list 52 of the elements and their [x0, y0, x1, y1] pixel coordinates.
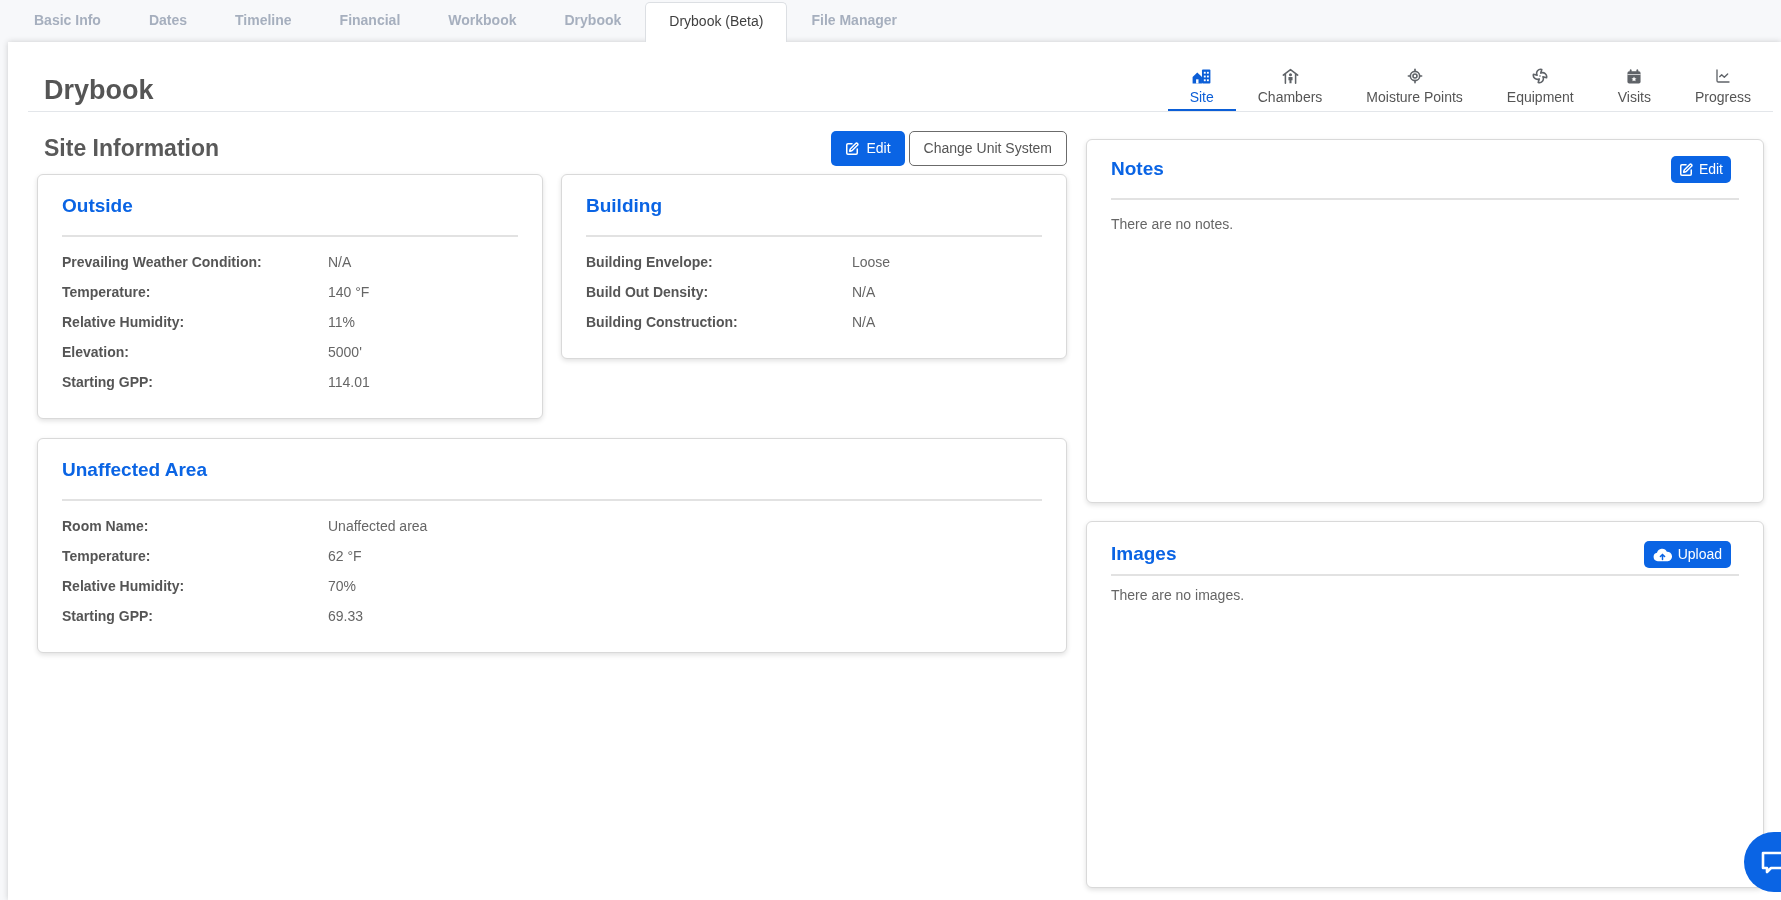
field-value: 70% [328, 576, 357, 596]
field-label: Building Construction: [586, 313, 738, 330]
page-title: Drybook [44, 74, 154, 106]
section-tab[interactable]: Visits [1595, 68, 1673, 111]
field-label: Starting GPP: [62, 373, 153, 390]
field-label: Relative Humidity: [62, 577, 185, 594]
field-label: Prevailing Weather Condition: [62, 253, 262, 270]
section-tab[interactable]: Site [1167, 68, 1236, 111]
card-title: Building [586, 194, 662, 218]
edit-icon [845, 141, 860, 156]
crosshair-icon [1406, 68, 1423, 84]
fan-icon [1532, 68, 1549, 84]
edit-button[interactable]: Edit [1670, 156, 1731, 183]
field-value: 5000' [328, 342, 362, 362]
edit-button[interactable]: Edit [831, 131, 905, 166]
field-value: N/A [852, 282, 876, 302]
change-unit-system-button[interactable]: Change Unit System [908, 131, 1067, 166]
field-value: N/A [852, 312, 876, 332]
field-value: 62 °F [328, 546, 362, 566]
field-label: Room Name: [62, 517, 149, 534]
section-title: Site Information [44, 134, 220, 164]
field-label: Temperature: [62, 283, 151, 300]
field-value: 114.01 [328, 372, 370, 392]
field-value: N/A [328, 252, 352, 272]
edit-icon [1678, 162, 1693, 177]
field-value: 11% [328, 312, 355, 332]
house-building-icon [1192, 68, 1212, 84]
cloud-upload-icon [1652, 547, 1672, 562]
card-title: Images [1111, 542, 1177, 567]
house-person-icon [1281, 68, 1299, 84]
field-value: 140 °F [328, 282, 370, 302]
field-label: Relative Humidity: [62, 313, 185, 330]
card-title: Unaffected Area [62, 458, 207, 482]
section-tab[interactable]: Progress [1672, 68, 1773, 111]
field-value: 69.33 [328, 606, 364, 626]
upload-button[interactable]: Upload [1643, 541, 1731, 568]
section-tab[interactable]: Moisture Points [1344, 68, 1485, 111]
empty-images-text: There are no images. [1111, 586, 1245, 605]
card-title: Notes [1111, 157, 1164, 182]
section-tab[interactable]: Equipment [1484, 68, 1596, 111]
field-label: Starting GPP: [62, 607, 153, 624]
field-value: Loose [852, 252, 891, 272]
field-label: Build Out Density: [586, 283, 709, 300]
field-label: Temperature: [62, 547, 151, 564]
section-tab[interactable]: Chambers [1235, 68, 1345, 111]
line-chart-icon [1715, 68, 1731, 84]
field-label: Building Envelope: [586, 253, 713, 270]
field-value: Unaffected area [328, 516, 428, 536]
card-title: Outside [62, 194, 133, 218]
empty-notes-text: There are no notes. [1111, 215, 1234, 234]
field-label: Elevation: [62, 343, 129, 360]
page-tab[interactable]: Drybook (Beta) [645, 2, 788, 42]
